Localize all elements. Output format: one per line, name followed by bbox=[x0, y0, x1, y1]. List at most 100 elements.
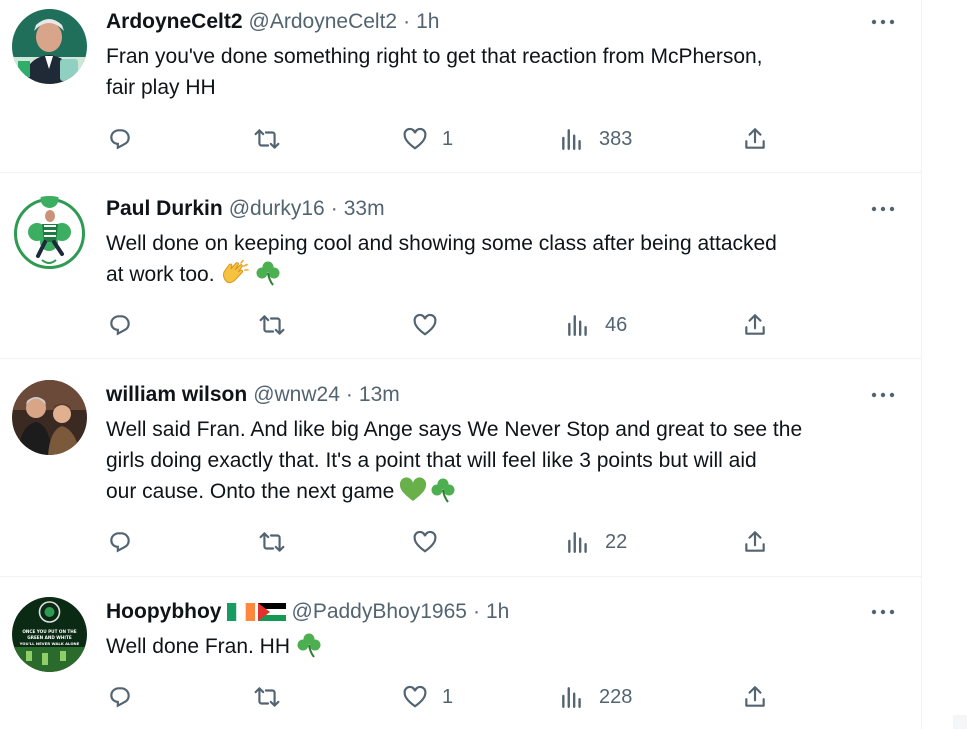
retweet-button[interactable] bbox=[254, 682, 280, 712]
like-button[interactable]: 1 bbox=[402, 124, 453, 154]
tweet[interactable]: ONCE YOU PUT ON THE GREEN AND WHITE YOU'… bbox=[0, 578, 921, 729]
tweet-text-line: fair play HH bbox=[106, 76, 216, 99]
timestamp[interactable]: 33m bbox=[344, 197, 385, 221]
views-button[interactable]: 383 bbox=[559, 124, 632, 154]
views-icon bbox=[565, 529, 591, 555]
user-handle[interactable]: @durky16 bbox=[229, 197, 325, 221]
retweet-icon bbox=[254, 684, 280, 710]
like-count: 1 bbox=[442, 685, 454, 708]
views-icon bbox=[559, 684, 585, 710]
like-icon bbox=[412, 529, 438, 555]
avatar-image: ONCE YOU PUT ON THE GREEN AND WHITE YOU'… bbox=[12, 597, 87, 672]
view-count: 46 bbox=[605, 313, 628, 336]
tweet-text-line: Well done Fran. HH bbox=[106, 631, 896, 662]
retweet-icon bbox=[259, 529, 285, 555]
avatar[interactable] bbox=[12, 196, 87, 271]
tweet[interactable]: ArdoyneCelt2 @ArdoyneCelt2 · 1h Fran you… bbox=[0, 0, 921, 173]
tweet-text-fragment: at work too. bbox=[106, 263, 215, 286]
avatar-text: ONCE YOU PUT ON THE bbox=[22, 629, 76, 634]
tweet-actions: 22 bbox=[0, 527, 921, 557]
more-icon[interactable] bbox=[868, 383, 898, 407]
share-button[interactable] bbox=[742, 124, 768, 154]
display-name[interactable]: william wilson bbox=[106, 383, 247, 407]
tweet-text-line: our cause. Onto the next game bbox=[106, 476, 896, 507]
views-icon bbox=[559, 126, 585, 152]
display-name[interactable]: Paul Durkin bbox=[106, 197, 223, 221]
avatar[interactable] bbox=[12, 380, 87, 455]
more-icon[interactable] bbox=[868, 10, 898, 34]
right-rail bbox=[923, 0, 967, 729]
retweet-icon bbox=[254, 126, 280, 152]
tweet-text: Well done Fran. HH bbox=[106, 631, 896, 662]
separator: · bbox=[330, 197, 338, 220]
avatar-text: GREEN AND WHITE bbox=[27, 635, 72, 640]
view-count: 228 bbox=[599, 685, 633, 708]
scrollbar-corner bbox=[953, 715, 967, 729]
tweet-text: Well done on keeping cool and showing so… bbox=[106, 228, 896, 290]
share-button[interactable] bbox=[742, 682, 768, 712]
views-button[interactable]: 46 bbox=[565, 310, 627, 340]
share-icon bbox=[742, 529, 768, 555]
user-handle[interactable]: @wnw24 bbox=[253, 383, 340, 407]
green-heart-icon bbox=[398, 477, 428, 503]
more-icon[interactable] bbox=[868, 600, 898, 624]
tweet-text-line: at work too. bbox=[106, 259, 896, 290]
tweet[interactable]: Paul Durkin @durky16 · 33m Well done on … bbox=[0, 174, 921, 359]
reply-icon bbox=[107, 126, 133, 152]
share-icon bbox=[742, 312, 768, 338]
views-button[interactable]: 228 bbox=[559, 682, 632, 712]
share-icon bbox=[742, 126, 768, 152]
user-handle[interactable]: @PaddyBhoy1965 bbox=[292, 600, 467, 624]
avatar-image bbox=[12, 9, 87, 84]
share-button[interactable] bbox=[742, 527, 768, 557]
tweet-actions: 46 bbox=[0, 310, 921, 340]
avatar[interactable]: ONCE YOU PUT ON THE GREEN AND WHITE YOU'… bbox=[12, 597, 87, 672]
avatar[interactable] bbox=[12, 9, 87, 84]
user-handle[interactable]: @ArdoyneCelt2 bbox=[249, 10, 398, 34]
ireland-flag-icon bbox=[226, 603, 255, 621]
views-button[interactable]: 22 bbox=[565, 527, 627, 557]
tweet-actions: 1 383 bbox=[0, 124, 921, 154]
like-count: 1 bbox=[442, 127, 454, 150]
clapping-hands-icon bbox=[219, 259, 249, 286]
like-button[interactable] bbox=[412, 310, 438, 340]
retweet-icon bbox=[259, 312, 285, 338]
display-name[interactable]: Hoopybhoy bbox=[106, 600, 222, 624]
retweet-button[interactable] bbox=[254, 124, 280, 154]
tweet-text-fragment: our cause. Onto the next game bbox=[106, 480, 395, 503]
avatar-text: YOU'LL NEVER WALK ALONE bbox=[19, 641, 80, 646]
like-button[interactable] bbox=[412, 527, 438, 557]
replies-feed: ArdoyneCelt2 @ArdoyneCelt2 · 1h Fran you… bbox=[0, 0, 922, 729]
tweet-text-line: Fran you've done something right to get … bbox=[106, 45, 763, 68]
tweet-text-line: Well done on keeping cool and showing so… bbox=[106, 232, 777, 255]
retweet-button[interactable] bbox=[259, 527, 285, 557]
tweet[interactable]: william wilson @wnw24 · 13m Well said Fr… bbox=[0, 360, 921, 577]
separator: · bbox=[345, 383, 353, 406]
avatar-image bbox=[12, 380, 87, 455]
tweet-text: Fran you've done something right to get … bbox=[106, 41, 896, 103]
shamrock-icon bbox=[253, 260, 283, 286]
view-count: 22 bbox=[605, 530, 628, 553]
separator: · bbox=[472, 600, 480, 623]
tweet-actions: 1 228 bbox=[0, 682, 921, 712]
share-icon bbox=[742, 684, 768, 710]
palestine-flag-icon bbox=[257, 603, 286, 621]
reply-button[interactable] bbox=[107, 310, 133, 340]
timestamp[interactable]: 1h bbox=[486, 600, 509, 624]
avatar-image bbox=[12, 196, 87, 271]
timestamp[interactable]: 1h bbox=[416, 10, 439, 34]
views-icon bbox=[565, 312, 591, 338]
reply-icon bbox=[107, 684, 133, 710]
share-button[interactable] bbox=[742, 310, 768, 340]
display-name[interactable]: ArdoyneCelt2 bbox=[106, 10, 243, 34]
more-icon[interactable] bbox=[868, 197, 898, 221]
timestamp[interactable]: 13m bbox=[359, 383, 400, 407]
retweet-button[interactable] bbox=[259, 310, 285, 340]
reply-button[interactable] bbox=[107, 682, 133, 712]
tweet-text: Well said Fran. And like big Ange says W… bbox=[106, 414, 896, 507]
like-button[interactable]: 1 bbox=[402, 682, 453, 712]
reply-button[interactable] bbox=[107, 124, 133, 154]
tweet-text-line: Well said Fran. And like big Ange says W… bbox=[106, 418, 803, 441]
reply-button[interactable] bbox=[107, 527, 133, 557]
like-icon bbox=[402, 126, 428, 152]
